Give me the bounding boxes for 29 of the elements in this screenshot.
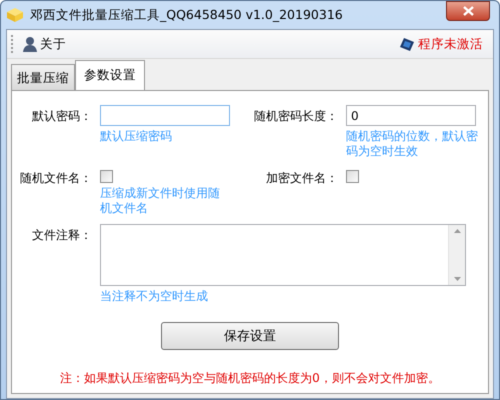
scroll-down-icon[interactable] bbox=[454, 277, 460, 281]
field-hint: 默认压缩密码 bbox=[100, 129, 172, 144]
field-label: 随机密码长度： bbox=[253, 108, 338, 125]
input-field[interactable]: 0 bbox=[346, 105, 476, 126]
field-hint: 压缩成新文件时使用随机文件名 bbox=[100, 186, 221, 216]
scroll-up-icon[interactable] bbox=[454, 229, 460, 233]
checkbox[interactable] bbox=[346, 170, 359, 183]
field-label: 默认密码： bbox=[31, 108, 92, 125]
field-label: 文件注释： bbox=[31, 227, 92, 244]
input-field[interactable] bbox=[100, 105, 230, 126]
window-title: 邓西文件批量压缩工具_QQ6458450 v1.0_20190316 bbox=[30, 6, 344, 24]
tab[interactable]: 参数设置 bbox=[75, 60, 145, 90]
close-icon bbox=[462, 6, 474, 16]
note-text: 注：如果默认压缩密码为空与随机密码的长度为0，则不会对文件加密。 bbox=[60, 370, 440, 387]
chip-icon bbox=[399, 36, 415, 52]
comment-field[interactable] bbox=[100, 224, 466, 286]
about-button[interactable]: 关于 bbox=[21, 34, 68, 54]
field-label: 加密文件名： bbox=[265, 170, 338, 187]
field-hint: 当注释不为空时生成 bbox=[100, 289, 208, 304]
tab[interactable]: 批量压缩 bbox=[11, 64, 75, 90]
save-button[interactable]: 保存设置 bbox=[161, 322, 339, 350]
box-icon bbox=[6, 7, 24, 23]
user-icon bbox=[23, 36, 37, 52]
close-button[interactable] bbox=[446, 1, 490, 21]
scrollbar[interactable] bbox=[448, 225, 465, 285]
checkbox[interactable] bbox=[100, 170, 113, 183]
field-hint: 随机密码的位数，默认密码为空时生效 bbox=[346, 129, 479, 159]
activation-button[interactable]: 程序未激活 bbox=[397, 34, 485, 54]
field-label: 随机文件名： bbox=[19, 170, 92, 187]
